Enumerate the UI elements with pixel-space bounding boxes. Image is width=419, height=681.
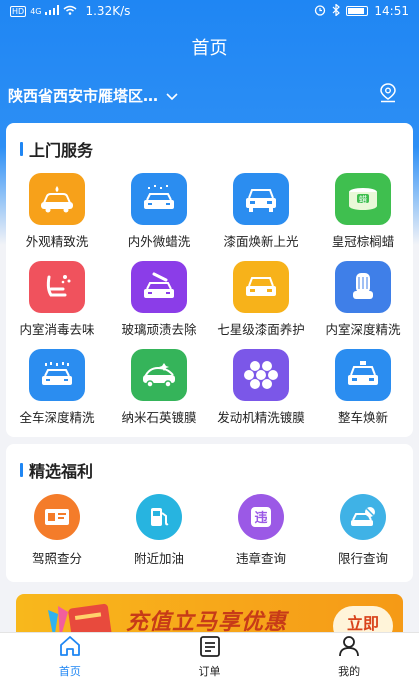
car-polish-icon <box>233 173 289 225</box>
wax-can-icon: 蜡 <box>335 173 391 225</box>
tab-orders[interactable]: 订单 <box>140 633 280 681</box>
clock: 14:51 <box>374 4 409 18</box>
seat-disinfect-icon <box>29 261 85 313</box>
location-text: 陕西省西安市雁塔区… <box>8 86 159 105</box>
service-glass-clean[interactable]: 玻璃顽渍去除 <box>108 261 210 338</box>
engine-clean-icon <box>233 349 289 401</box>
network-badge: HD <box>10 5 27 17</box>
alarm-icon <box>314 4 326 19</box>
chevron-down-icon[interactable] <box>166 86 178 105</box>
tab-profile[interactable]: 我的 <box>279 633 419 681</box>
location-selector[interactable]: 陕西省西安市雁塔区… <box>0 80 419 110</box>
page-title: 首页 <box>191 38 228 59</box>
seat-deep-clean-icon <box>335 261 391 313</box>
benefit-card: 精选福利 驾照查分 附近加油 违 违章查询 限行查询 <box>6 444 413 582</box>
service-interior-disinfect[interactable]: 内室消毒去味 <box>6 261 108 338</box>
service-wax-wash[interactable]: 内外微蜡洗 <box>108 173 210 250</box>
service-exterior-wash[interactable]: 外观精致洗 <box>6 173 108 250</box>
violation-icon: 违 <box>238 494 284 540</box>
benefit-nearby-fuel[interactable]: 附近加油 <box>108 494 210 567</box>
bluetooth-icon <box>332 2 341 19</box>
order-icon <box>198 635 222 661</box>
license-icon <box>34 494 80 540</box>
profile-icon <box>337 635 361 661</box>
benefit-violation-query[interactable]: 违 违章查询 <box>210 494 312 567</box>
restriction-icon <box>340 494 386 540</box>
service-interior-deep-clean[interactable]: 内室深度精洗 <box>312 261 414 338</box>
service-car-renew[interactable]: 整车焕新 <box>312 349 414 426</box>
nano-coating-icon <box>131 349 187 401</box>
home-icon <box>58 635 82 661</box>
service-engine-coating[interactable]: 发动机精洗镀膜 <box>210 349 312 426</box>
benefit-license-score[interactable]: 驾照查分 <box>6 494 108 567</box>
battery-icon <box>346 6 369 16</box>
car-renew-icon <box>335 349 391 401</box>
service-full-deep-clean[interactable]: 全车深度精洗 <box>6 349 108 426</box>
service-paint-polish[interactable]: 漆面焕新上光 <box>210 173 312 250</box>
tab-home[interactable]: 首页 <box>0 633 140 681</box>
wifi-icon <box>63 4 77 18</box>
signal-icon <box>45 4 60 18</box>
fuel-icon <box>136 494 182 540</box>
bottom-tab-bar: 首页 订单 我的 <box>0 632 419 681</box>
benefit-restriction-query[interactable]: 限行查询 <box>312 494 414 567</box>
status-bar: HD 4G 1.32K/s 14:51 <box>0 0 419 22</box>
glass-clean-icon <box>131 261 187 313</box>
svg-text:蜡: 蜡 <box>359 194 367 204</box>
service-nano-coating[interactable]: 纳米石英镀膜 <box>108 349 210 426</box>
location-pin-icon[interactable] <box>379 83 397 107</box>
car-wash-icon <box>29 173 85 225</box>
service-palm-wax[interactable]: 蜡 皇冠棕榈蜡 <box>312 173 414 250</box>
home-service-card: 上门服务 外观精致洗 内外微蜡洗 漆面焕新上光 蜡 皇冠棕榈蜡 内室消毒去味 玻… <box>6 123 413 437</box>
section-title: 上门服务 <box>20 137 93 161</box>
page-title-bar: 首页 <box>0 22 419 72</box>
service-paint-care[interactable]: 七星级漆面养护 <box>210 261 312 338</box>
section-title: 精选福利 <box>20 458 93 482</box>
full-car-clean-icon <box>29 349 85 401</box>
svg-text:违: 违 <box>254 510 267 526</box>
network-speed: 1.32K/s <box>85 4 131 18</box>
signal-type: 4G <box>30 6 42 16</box>
car-wax-icon <box>131 173 187 225</box>
paint-care-icon <box>233 261 289 313</box>
